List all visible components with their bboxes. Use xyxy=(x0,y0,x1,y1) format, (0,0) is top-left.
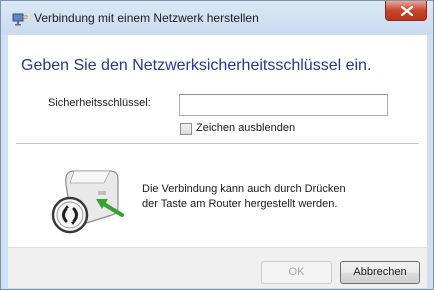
connect-network-dialog: Verbindung mit einem Netzwerk herstellen… xyxy=(0,0,434,290)
router-wps-button-icon xyxy=(51,170,124,234)
cancel-button[interactable]: Abbrechen xyxy=(340,261,420,284)
router-instructions: Die Verbindung kann auch durch Drücken d… xyxy=(142,182,346,212)
title-bar: Verbindung mit einem Netzwerk herstellen xyxy=(1,1,433,35)
router-text-line-2: der Taste am Router hergestellt werden. xyxy=(142,198,338,210)
ok-button[interactable]: OK xyxy=(261,261,332,284)
page-heading: Geben Sie den Netzwerksicherheitsschlüss… xyxy=(21,57,372,74)
close-icon xyxy=(401,6,413,16)
button-bar: OK Abbrechen xyxy=(8,247,427,288)
hide-characters-checkbox[interactable] xyxy=(180,123,192,135)
network-connection-icon xyxy=(12,13,28,26)
security-key-label: Sicherheitsschlüssel: xyxy=(48,97,151,109)
close-button[interactable] xyxy=(385,1,427,21)
security-key-input[interactable] xyxy=(179,94,388,116)
dialog-content: Geben Sie den Netzwerksicherheitsschlüss… xyxy=(8,35,427,247)
hide-characters-label[interactable]: Zeichen ausblenden xyxy=(196,122,295,134)
router-text-line-1: Die Verbindung kann auch durch Drücken xyxy=(142,183,346,195)
window-title: Verbindung mit einem Netzwerk herstellen xyxy=(34,11,259,25)
separator xyxy=(16,143,419,144)
